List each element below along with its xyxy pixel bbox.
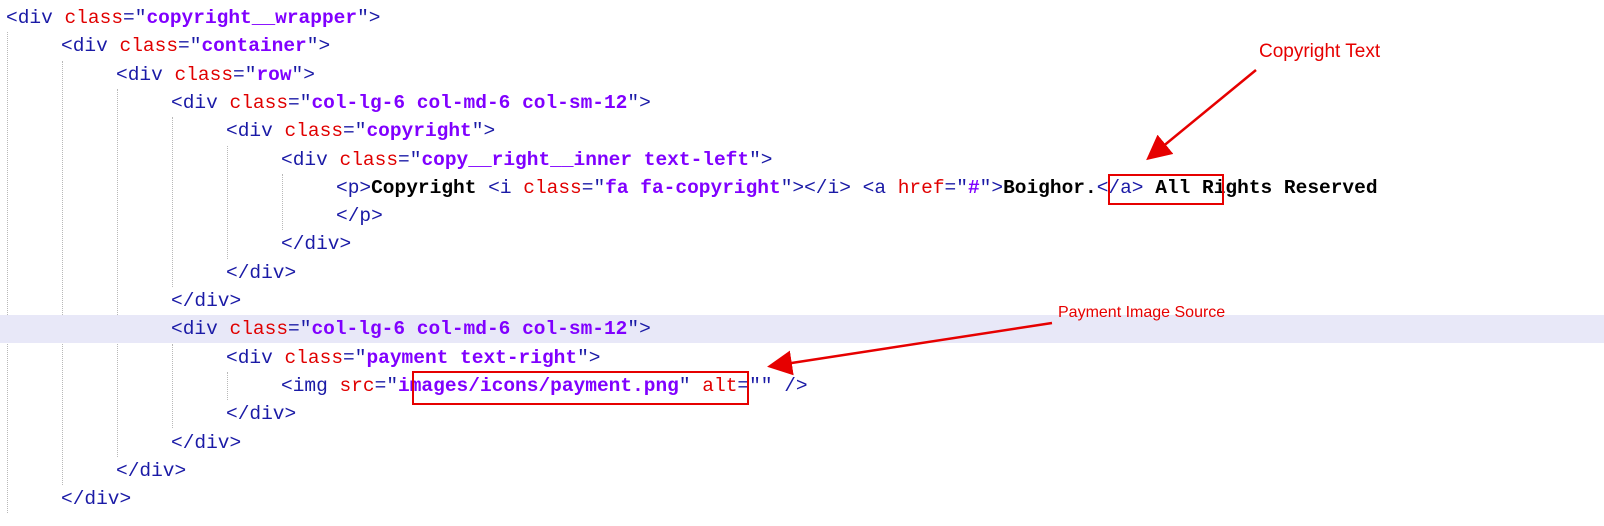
- code-editor[interactable]: <div class="copyright__wrapper"> <div cla…: [0, 0, 1604, 526]
- annotation-arrows: [767, 69, 1257, 376]
- payment-arrow: [767, 321, 1053, 376]
- payment-image-source-annotation: Payment Image Source: [1058, 304, 1226, 321]
- copyright-arrow: [1146, 69, 1257, 161]
- copyright-text-annotation: Copyright Text: [1259, 41, 1381, 62]
